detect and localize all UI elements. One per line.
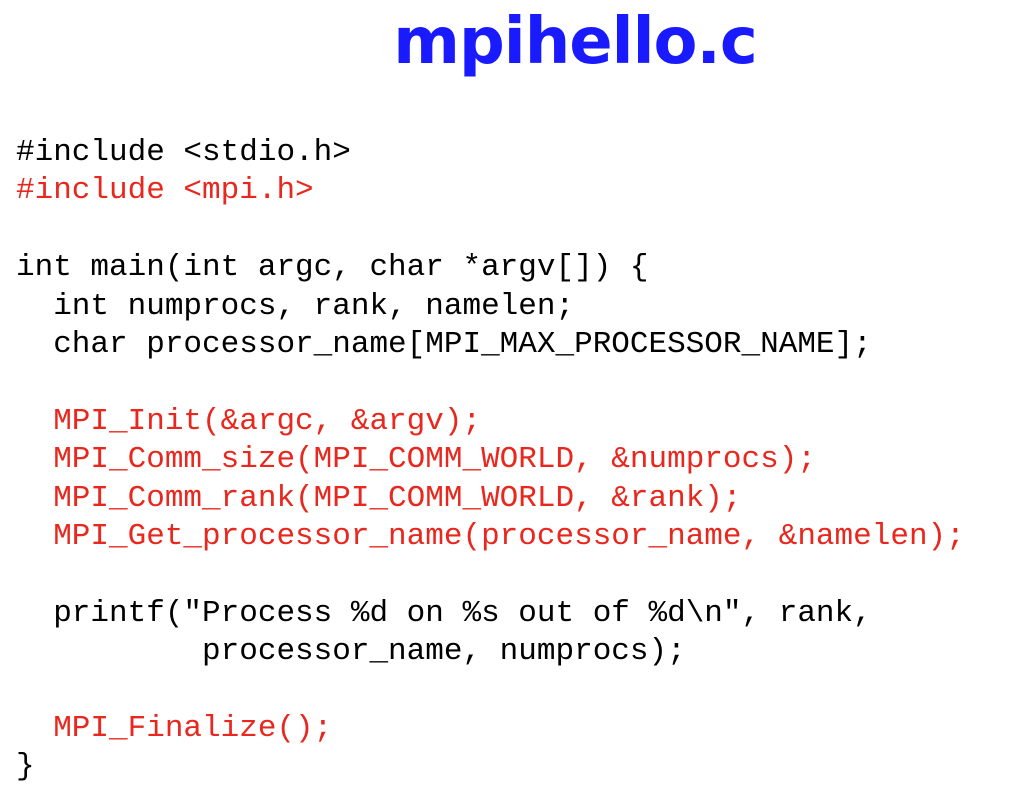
code-line: char processor_name[MPI_MAX_PROCESSOR_NA… xyxy=(16,326,872,362)
code-line: int main(int argc, char *argv[]) { xyxy=(16,250,649,286)
mpi-call-code-line: MPI_Finalize(); xyxy=(16,710,333,746)
code-listing: #include <stdio.h> #include <mpi.h> int ma… xyxy=(16,134,965,787)
blank-code-line xyxy=(16,364,965,402)
mpi-call-code-line: MPI_Comm_rank(MPI_COMM_WORLD, &rank); xyxy=(16,480,742,516)
blank-code-line xyxy=(16,671,965,709)
mpi-call-code-line: MPI_Init(&argc, &argv); xyxy=(16,403,482,439)
blank-code-line xyxy=(16,211,965,249)
code-line: #include <stdio.h> xyxy=(16,135,351,170)
mpi-call-code-line: MPI_Get_processor_name(processor_name, &… xyxy=(16,518,965,554)
code-line: processor_name, numprocs); xyxy=(16,634,686,670)
blank-code-line xyxy=(16,556,965,594)
code-line: printf("Process %d on %s out of %d\n", r… xyxy=(16,595,872,631)
code-line: int numprocs, rank, namelen; xyxy=(16,288,575,324)
code-line: } xyxy=(16,749,35,785)
mpi-call-code-line: MPI_Comm_size(MPI_COMM_WORLD, &numprocs)… xyxy=(16,442,816,478)
slide-title: mpihello.c xyxy=(393,5,758,79)
mpi-call-code-line: #include <mpi.h> xyxy=(16,173,314,209)
